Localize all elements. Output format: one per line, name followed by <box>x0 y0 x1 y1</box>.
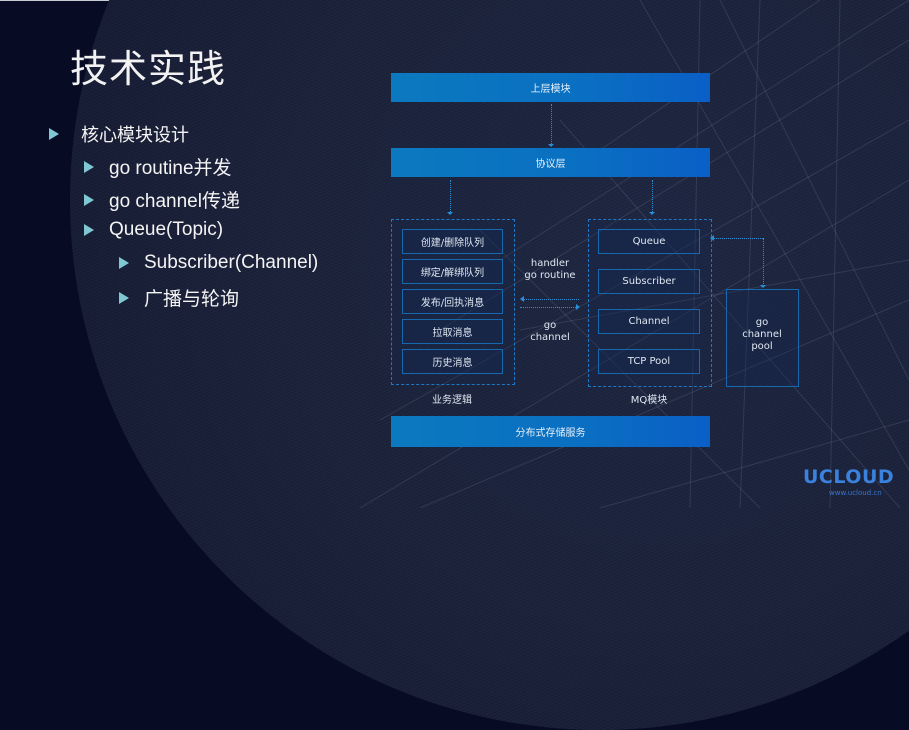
arrow-down-icon <box>548 144 554 147</box>
pool-label-line: go <box>755 317 769 328</box>
ucloud-url: www.ucloud.cn <box>829 489 882 497</box>
business-item: 绑定/解绑队列 <box>402 259 503 284</box>
business-item: 历史消息 <box>402 349 503 374</box>
pool-label-line: pool <box>751 341 773 352</box>
connector-bottom-label: go channel <box>515 320 585 344</box>
arrow-left-icon <box>710 235 714 241</box>
arrow-down-icon <box>760 285 766 288</box>
bullet-level3: Subscriber(Channel) <box>119 252 318 274</box>
pool-connector-v <box>763 238 764 286</box>
bullet-level1: 核心模块设计 <box>49 121 189 147</box>
bullet-level3: 广播与轮询 <box>119 284 239 311</box>
triangle-right-icon <box>84 193 94 206</box>
mq-item: TCP Pool <box>598 349 700 374</box>
connector-line <box>551 104 552 144</box>
storage-layer-bar: 分布式存储服务 <box>391 416 710 447</box>
arrow-left-icon <box>520 296 524 302</box>
bullet-level2: go channel传递 <box>84 186 240 213</box>
triangle-right-icon <box>49 128 59 140</box>
bullet-text: go channel传递 <box>109 191 240 212</box>
bullet-text: go routine并发 <box>109 158 232 179</box>
connector-top-label: handler go routine <box>515 258 585 282</box>
connector-label-line: go routine <box>524 270 576 281</box>
business-logic-label: 业务逻辑 <box>432 395 472 406</box>
connector-label-line: go <box>543 320 557 331</box>
business-item: 拉取消息 <box>402 319 503 344</box>
triangle-right-icon <box>119 257 129 269</box>
bullet-text: 核心模块设计 <box>81 125 189 145</box>
ucloud-logo: UCLOUD <box>803 466 895 488</box>
connector-label-line: channel <box>530 332 570 343</box>
go-channel-pool-label: go channel pool <box>726 317 798 353</box>
connector-label-line: handler <box>530 258 570 269</box>
bullet-level2: go routine并发 <box>84 153 232 180</box>
bullet-text: 广播与轮询 <box>144 289 240 310</box>
bullet-level2: Queue(Topic) <box>84 219 223 241</box>
top-layer-bar: 上层模块 <box>391 73 710 102</box>
mq-item: Queue <box>598 229 700 254</box>
triangle-right-icon <box>84 160 94 173</box>
triangle-right-icon <box>119 291 129 304</box>
connector-line <box>450 180 451 212</box>
slide-title: 技术实践 <box>70 47 227 91</box>
arrow-down-icon <box>649 212 655 215</box>
business-item: 发布/回执消息 <box>402 289 503 314</box>
arrow-down-icon <box>447 212 453 215</box>
protocol-layer-bar: 协议层 <box>391 148 710 177</box>
arrow-right-icon <box>576 304 580 310</box>
triangle-right-icon <box>84 224 94 236</box>
pool-connector-h <box>714 238 763 239</box>
connector-arrow-right <box>520 307 576 308</box>
connector-line <box>652 180 653 212</box>
bullet-text: Subscriber(Channel) <box>144 252 319 273</box>
connector-arrow-left <box>523 299 579 300</box>
mq-item: Channel <box>598 309 700 334</box>
bullet-text: Queue(Topic) <box>109 219 224 240</box>
mq-item: Subscriber <box>598 269 700 294</box>
pool-label-line: channel <box>742 329 782 340</box>
business-item: 创建/删除队列 <box>402 229 503 254</box>
mq-module-label: MQ模块 <box>630 395 668 406</box>
